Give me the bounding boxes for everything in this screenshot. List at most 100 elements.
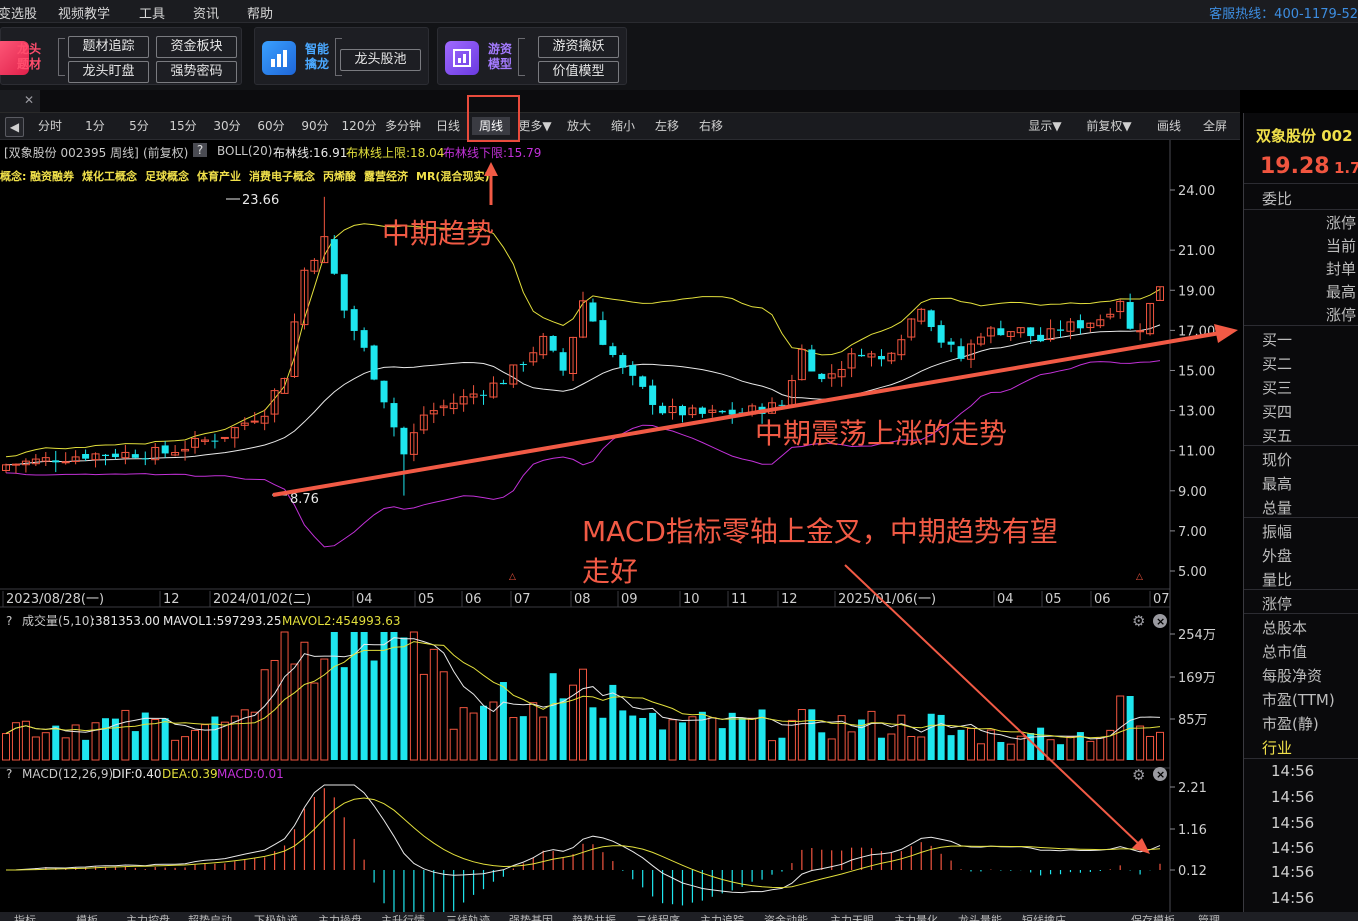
period-multi-min[interactable]: 多分钟 bbox=[383, 117, 423, 135]
volume-bar-up bbox=[310, 682, 319, 761]
indicator-tab[interactable]: 主升行情 bbox=[381, 912, 425, 921]
buy-level-1: 买一 bbox=[1262, 331, 1293, 349]
candle-body-down bbox=[101, 454, 109, 456]
period-30min[interactable]: 30分 bbox=[208, 117, 246, 135]
pe-static-label: 市盈(静) bbox=[1262, 715, 1319, 733]
indicator-tab[interactable]: 主力天眼 bbox=[830, 912, 874, 921]
move-left-button[interactable]: 左移 bbox=[648, 117, 686, 135]
volume-bar-up bbox=[191, 729, 200, 761]
indicator-tab[interactable]: 模板 bbox=[76, 912, 98, 921]
indicator-tab[interactable]: 龙头量能 bbox=[958, 912, 1002, 921]
leader-pool-button[interactable]: 龙头股池 bbox=[340, 49, 421, 71]
bracket-decor bbox=[518, 38, 525, 76]
candle-body-down bbox=[927, 310, 935, 328]
indicator-tab[interactable]: 资金动能 bbox=[764, 912, 808, 921]
volume-bar-up bbox=[748, 717, 757, 761]
theme-track-button[interactable]: 题材追踪 bbox=[68, 36, 149, 58]
period-90min[interactable]: 90分 bbox=[296, 117, 334, 135]
gear-icon[interactable]: ⚙ bbox=[1132, 766, 1145, 784]
quote-price: 19.28 bbox=[1260, 154, 1330, 179]
volume-bar-up bbox=[986, 729, 995, 761]
candle-body-up bbox=[61, 461, 70, 464]
period-timeshare[interactable]: 分时 bbox=[31, 117, 69, 135]
period-1min[interactable]: 1分 bbox=[76, 117, 114, 135]
indicator-tab[interactable]: 主力控盘 bbox=[126, 912, 170, 921]
gear-icon[interactable]: ⚙ bbox=[1132, 612, 1145, 630]
indicator-tab[interactable]: 超势启动 bbox=[188, 912, 232, 921]
annotation-oscillating: 中期震荡上涨的走势 bbox=[755, 417, 1007, 450]
volume-bar-down bbox=[400, 637, 408, 760]
tick-time: 14:56 bbox=[1271, 889, 1315, 907]
kline-chart[interactable]: 24.0021.0019.0017.0015.0013.0011.009.007… bbox=[0, 140, 1240, 912]
volume-bar-up bbox=[787, 719, 796, 761]
candle-body-down bbox=[141, 458, 149, 460]
indicator-tab[interactable]: 强势基因 bbox=[509, 912, 553, 921]
candle-body-down bbox=[858, 354, 866, 357]
date-tick-label: 08 bbox=[574, 592, 591, 607]
volume-bar-down bbox=[678, 722, 686, 760]
quote-current-label: 现价 bbox=[1262, 451, 1293, 469]
close-icon[interactable]: ✕ bbox=[24, 93, 34, 107]
menu-item-tools[interactable]: 工具 bbox=[139, 3, 165, 22]
adjust-dropdown[interactable]: 前复权▼ bbox=[1078, 117, 1140, 135]
menu-item-stock-select[interactable]: 变选股 bbox=[0, 3, 37, 22]
period-60min[interactable]: 60分 bbox=[252, 117, 290, 135]
macd-title: MACD(12,26,9) bbox=[22, 767, 113, 781]
macd-collapse-icon[interactable]: ? bbox=[6, 767, 12, 781]
menu-item-video[interactable]: 视频教学 bbox=[58, 3, 110, 22]
volume-bar-up bbox=[1016, 735, 1025, 761]
draw-line-button[interactable]: 画线 bbox=[1148, 117, 1190, 135]
indicator-tab[interactable]: 趋势共振 bbox=[572, 912, 616, 921]
indicator-tab[interactable]: 主力量化 bbox=[894, 912, 938, 921]
volume-bar-down bbox=[718, 728, 726, 760]
candle-body-down bbox=[131, 454, 139, 458]
period-daily[interactable]: 日线 bbox=[429, 117, 467, 135]
leader-watch-button[interactable]: 龙头盯盘 bbox=[68, 61, 149, 83]
menu-item-help[interactable]: 帮助 bbox=[247, 3, 273, 22]
strength-code-button[interactable]: 强势密码 bbox=[156, 61, 237, 83]
annotation-mid-trend: 中期趋势 bbox=[382, 217, 494, 250]
candle-body-down bbox=[370, 345, 378, 380]
price-tick-label: 19.00 bbox=[1178, 284, 1215, 299]
date-tick-label: 06 bbox=[1094, 592, 1111, 607]
collapse-left-icon[interactable]: ◀ bbox=[5, 117, 24, 137]
indicator-tab[interactable]: 短线擒庄 bbox=[1022, 912, 1066, 921]
indicator-tab[interactable]: 三线程序 bbox=[636, 912, 680, 921]
value-model-button[interactable]: 价值模型 bbox=[538, 61, 619, 83]
volume-collapse-icon[interactable]: ? bbox=[6, 614, 12, 628]
indicator-tab[interactable]: 下极轨道 bbox=[254, 912, 298, 921]
fullscreen-button[interactable]: 全屏 bbox=[1195, 117, 1235, 135]
hot-money-catch-button[interactable]: 游资擒妖 bbox=[538, 36, 619, 58]
candle-body-down bbox=[82, 453, 90, 459]
move-right-button[interactable]: 右移 bbox=[692, 117, 730, 135]
indicator-tab[interactable]: 指标 bbox=[14, 912, 36, 921]
date-tick-label: 2024/01/02(二) bbox=[213, 592, 311, 607]
quote-high-label: 最高 bbox=[1262, 475, 1293, 493]
period-5min[interactable]: 5分 bbox=[120, 117, 158, 135]
indicator-tab[interactable]: 主力追踪 bbox=[700, 912, 744, 921]
period-120min[interactable]: 120分 bbox=[339, 117, 379, 135]
candle-body-down bbox=[629, 364, 637, 376]
stat-label: 当前 bbox=[1326, 237, 1357, 255]
indicator-tab[interactable]: 三线轨迹 bbox=[446, 912, 490, 921]
period-15min[interactable]: 15分 bbox=[164, 117, 202, 135]
date-tick-label: 11 bbox=[731, 592, 748, 607]
indicator-tab[interactable]: 保存模板 bbox=[1131, 912, 1175, 921]
industry-label[interactable]: 行业 bbox=[1262, 737, 1292, 758]
price-tick-label: 13.00 bbox=[1178, 405, 1215, 420]
indicator-tab-bar: 指标 模板 主力控盘 超势启动 下极轨道 主力操盘 主升行情 三线轨迹 强势基因 趋势共振 三线程序… bbox=[0, 912, 1358, 921]
volume-bar-up bbox=[171, 739, 180, 761]
zoom-out-button[interactable]: 缩小 bbox=[604, 117, 642, 135]
indicator-tab[interactable]: 管理 bbox=[1198, 912, 1220, 921]
display-dropdown[interactable]: 显示▼ bbox=[1019, 117, 1071, 135]
tick-time: 14:56 bbox=[1271, 762, 1315, 780]
menu-item-news[interactable]: 资讯 bbox=[193, 3, 219, 22]
period-more-dropdown[interactable]: 更多▼ bbox=[514, 117, 556, 135]
capital-sector-button[interactable]: 资金板块 bbox=[156, 36, 237, 58]
volume-bar-up bbox=[260, 669, 269, 761]
zoom-in-button[interactable]: 放大 bbox=[560, 117, 598, 135]
bar-chart-icon bbox=[271, 50, 287, 67]
indicator-tab[interactable]: 主力操盘 bbox=[318, 912, 362, 921]
volume-bar-up bbox=[469, 712, 478, 761]
volume-bar-down bbox=[957, 729, 965, 760]
